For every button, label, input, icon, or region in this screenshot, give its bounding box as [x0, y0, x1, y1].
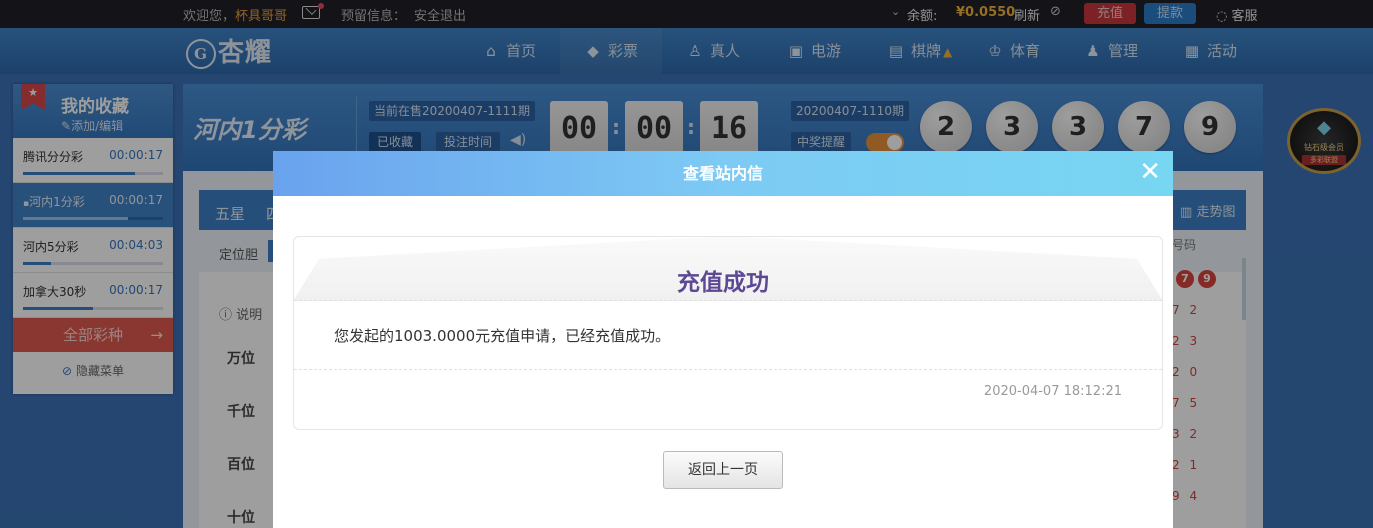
modal-title: 查看站内信 — [682, 164, 763, 183]
message-heading: 充值成功 — [677, 270, 769, 296]
back-button[interactable]: 返回上一页 — [663, 451, 783, 489]
close-icon[interactable]: ✕ — [1139, 159, 1161, 185]
message-modal: 查看站内信 ✕ 充值成功 您发起的1003.0000元充值申请，已经充值成功。 … — [273, 151, 1173, 528]
divider — [294, 300, 1162, 301]
message-body: 您发起的1003.0000元充值申请，已经充值成功。 — [334, 327, 671, 345]
message-date: 2020-04-07 18:12:21 — [983, 384, 1122, 399]
modal-header: 查看站内信 ✕ — [273, 151, 1173, 196]
divider — [294, 369, 1162, 370]
